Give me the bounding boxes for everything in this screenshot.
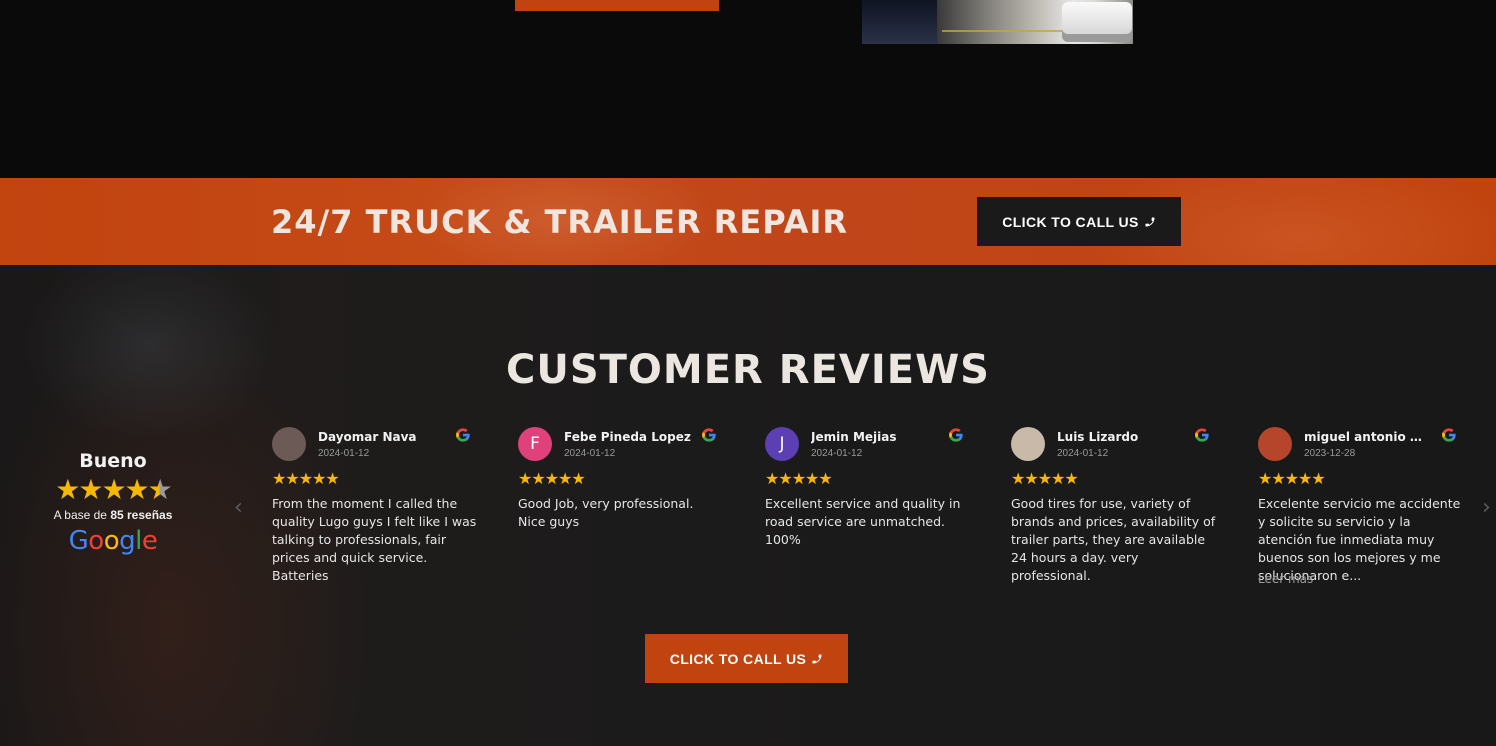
- rating-summary: Bueno ★★★★★ A base de 85 reseñas Google: [40, 450, 186, 556]
- summary-stars: ★★★★★: [55, 474, 173, 505]
- reviewer-name: Jemin Mejias: [811, 430, 897, 444]
- rating-word: Bueno: [79, 450, 147, 472]
- google-icon: [1195, 428, 1209, 442]
- avatar: J: [765, 427, 799, 461]
- avatar: [272, 427, 306, 461]
- review-text: Excellent service and quality in road se…: [765, 496, 961, 547]
- prev-arrow-icon[interactable]: ‹: [234, 495, 243, 520]
- review-count: A base de 85 reseñas: [40, 508, 186, 522]
- phone-icon: [1145, 217, 1155, 226]
- reviewer-name: Dayomar Nava: [318, 430, 417, 444]
- google-logo: Google: [68, 526, 158, 556]
- review-stars: ★★★★★: [1258, 471, 1326, 488]
- review-count-value: 85 reseñas: [110, 508, 173, 522]
- avatar: [1258, 427, 1292, 461]
- truck-photo: [862, 0, 1133, 44]
- read-more-link[interactable]: Leer más: [1258, 572, 1313, 586]
- bottom-call-button[interactable]: CLICK TO CALL US: [645, 634, 848, 683]
- reviewer-name: Luis Lizardo: [1057, 430, 1139, 444]
- review-stars: ★★★★★: [765, 471, 833, 488]
- reviewer-name: miguel antonio moril...: [1304, 430, 1434, 444]
- review-date: 2024-01-12: [811, 448, 863, 459]
- top-section: [0, 0, 1496, 178]
- half-star-icon: ★: [147, 474, 173, 505]
- review-count-prefix: A base de: [53, 508, 107, 522]
- reviewer-name: Febe Pineda Lopez: [564, 430, 691, 444]
- review-date: 2023-12-28: [1304, 448, 1356, 459]
- review-date: 2024-01-12: [1057, 448, 1109, 459]
- review-text: From the moment I called the quality Lug…: [272, 496, 477, 583]
- banner-title: 24/7 TRUCK & TRAILER REPAIR: [271, 203, 849, 241]
- review-date: 2024-01-12: [564, 448, 616, 459]
- avatar: F: [518, 427, 552, 461]
- review-text: Good tires for use, variety of brands an…: [1011, 496, 1216, 583]
- review-stars: ★★★★★: [272, 471, 340, 488]
- top-cta-button[interactable]: [515, 0, 719, 11]
- reviews-title: CUSTOMER REVIEWS: [505, 347, 990, 393]
- page: 24/7 TRUCK & TRAILER REPAIR CLICK TO CAL…: [0, 0, 1496, 746]
- review-date: 2024-01-12: [318, 448, 370, 459]
- banner-call-button[interactable]: CLICK TO CALL US: [977, 197, 1181, 246]
- phone-icon: [812, 654, 822, 663]
- review-stars: ★★★★★: [518, 471, 586, 488]
- bottom-call-label: CLICK TO CALL US: [669, 650, 807, 667]
- google-icon: [1442, 428, 1456, 442]
- google-icon: [949, 428, 963, 442]
- google-icon: [456, 428, 470, 442]
- next-arrow-icon[interactable]: ›: [1482, 495, 1491, 520]
- banner-call-label: CLICK TO CALL US: [1002, 213, 1139, 230]
- avatar: [1011, 427, 1045, 461]
- review-text: Good Job, very professional. Nice guys: [518, 496, 694, 529]
- review-stars: ★★★★★: [1011, 471, 1079, 488]
- google-icon: [702, 428, 716, 442]
